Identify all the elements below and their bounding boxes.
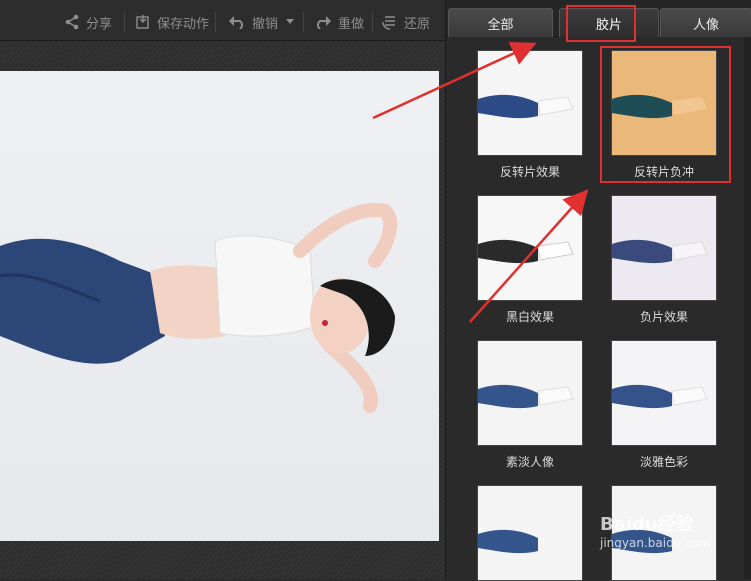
watermark-logo: Baidu经验 (600, 514, 694, 535)
arrow-to-tab (372, 41, 537, 120)
watermark-url: jingyan.baidu.com (600, 536, 711, 550)
annotation-arrows (372, 41, 589, 323)
watermark: Baidu经验 jingyan.baidu.com (600, 510, 711, 550)
arrow-to-effect (469, 189, 589, 323)
